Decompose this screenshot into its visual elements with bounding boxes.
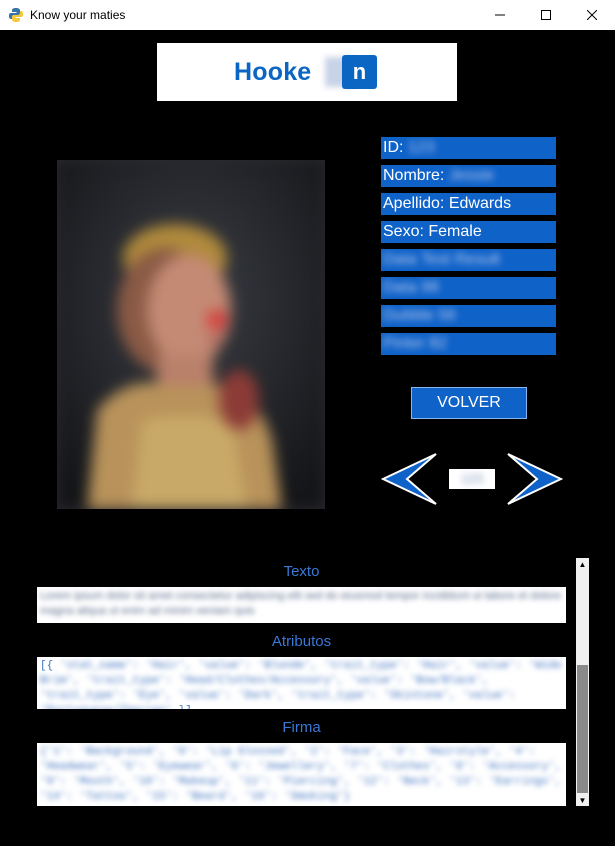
scroll-down-icon[interactable]: ▼: [576, 794, 589, 806]
field-sexo: Sexo: Female: [381, 221, 556, 243]
atributos-box: [{ 'stat_name': 'Hair', 'value': 'Blonde…: [37, 657, 566, 709]
profile-photo: [57, 160, 325, 509]
field-hidden-4: Pinter 82: [381, 333, 556, 355]
close-icon: [587, 10, 597, 20]
firma-content: {'1': 'Background', '0': 'Lip Glossed', …: [40, 746, 562, 803]
arrow-left-icon[interactable]: [381, 452, 439, 506]
atributos-label: Atributos: [271, 633, 332, 650]
field-nombre-value: Jessie: [448, 167, 495, 184]
atributos-content: 'stat_name': 'Hair', 'value': 'Blonde', …: [40, 660, 562, 709]
minimize-icon: [495, 14, 505, 16]
firma-box: {'1': 'Background', '0': 'Lip Glossed', …: [37, 743, 566, 806]
window-title: Know your maties: [30, 8, 126, 22]
scroll-thumb[interactable]: [577, 665, 588, 793]
field-hidden-2: Data 98: [381, 277, 556, 299]
texto-box: Lorem ipsum dolor sit amet consectetur a…: [37, 587, 566, 623]
field-sexo-value: Female: [428, 223, 482, 240]
field-hidden-1: Data Test Result: [381, 249, 556, 271]
field-hidden-3-value: Dubble 56: [383, 307, 456, 324]
field-hidden-2-value: Data 98: [383, 279, 440, 296]
field-apellido-label: Apellido:: [383, 195, 445, 212]
field-id: ID: 123: [381, 137, 556, 159]
atributos-open: [{: [40, 660, 54, 672]
minimize-button[interactable]: [477, 0, 523, 30]
hookedin-logo: Hooke n: [157, 43, 457, 101]
field-hidden-3: Dubble 56: [381, 305, 556, 327]
field-apellido: Apellido: Edwards: [381, 193, 556, 215]
field-hidden-1-value: Data Test Result: [383, 251, 501, 268]
scroll-up-icon[interactable]: ▲: [576, 558, 589, 570]
window-titlebar: Know your maties: [0, 0, 615, 30]
maximize-icon: [541, 10, 551, 20]
close-button[interactable]: [569, 0, 615, 30]
vertical-scrollbar[interactable]: ▲ ▼: [576, 558, 589, 806]
arrow-right-icon[interactable]: [505, 452, 563, 506]
texto-label: Texto: [283, 563, 320, 580]
volver-button[interactable]: VOLVER: [411, 387, 527, 419]
texto-content: Lorem ipsum dolor sit amet consectetur a…: [40, 590, 561, 617]
field-id-label: ID:: [383, 139, 404, 156]
field-apellido-value: Edwards: [448, 195, 512, 212]
page-number-box[interactable]: 123: [449, 469, 495, 489]
firma-label: Firma: [282, 719, 321, 736]
logo-badge: n: [342, 55, 377, 89]
field-nombre-label: Nombre:: [383, 167, 445, 184]
atributos-close: }]: [179, 705, 192, 709]
field-hidden-4-value: Pinter 82: [383, 335, 448, 352]
logo-text: Hooke: [234, 58, 312, 86]
field-sexo-label: Sexo:: [383, 223, 424, 240]
python-app-icon: [9, 8, 23, 22]
field-nombre: Nombre: Jessie: [381, 165, 556, 187]
page-number: 123: [461, 471, 483, 486]
maximize-button[interactable]: [523, 0, 569, 30]
field-id-value: 123: [407, 139, 435, 156]
